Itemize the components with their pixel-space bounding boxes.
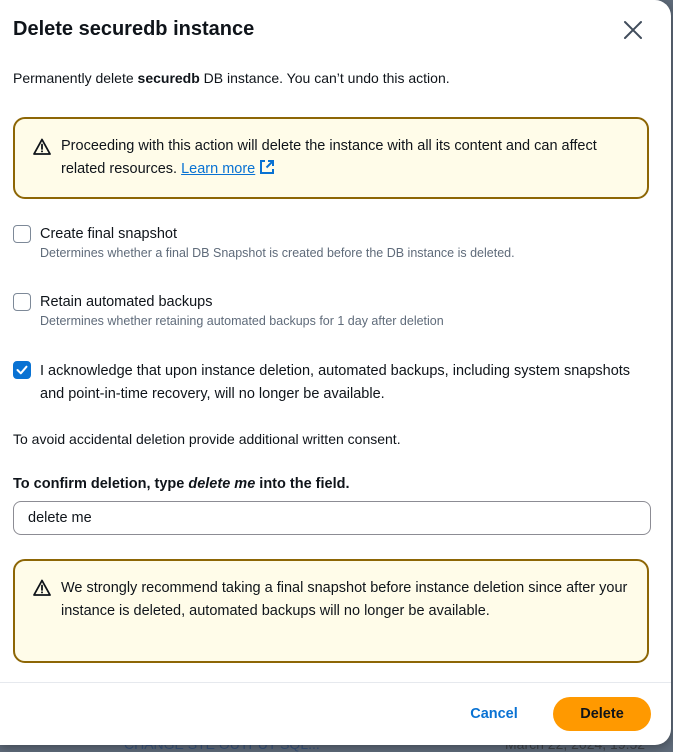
warning-alert-deletion: Proceeding with this action will delete … xyxy=(13,117,649,199)
delete-instance-dialog: Delete securedb instance Permanently del… xyxy=(0,0,671,745)
acknowledge-checkbox[interactable] xyxy=(13,361,31,379)
confirm-keyword: delete me xyxy=(188,476,256,492)
footer-divider xyxy=(0,682,671,683)
close-icon xyxy=(624,21,642,39)
create-final-snapshot-description: Determines whether a final DB Snapshot i… xyxy=(40,246,515,260)
intro-text: Permanently delete securedb DB instance.… xyxy=(13,70,450,86)
warning-icon xyxy=(33,579,51,596)
retain-automated-backups-label[interactable]: Retain automated backups xyxy=(40,292,213,312)
external-link-icon[interactable] xyxy=(259,159,275,175)
instance-name: securedb xyxy=(137,70,200,86)
warning-alert-snapshot: We strongly recommend taking a final sna… xyxy=(13,559,649,663)
confirm-deletion-label: To confirm deletion, type delete me into… xyxy=(13,476,350,492)
checkmark-icon xyxy=(16,365,28,375)
create-final-snapshot-label[interactable]: Create final snapshot xyxy=(40,224,177,244)
retain-automated-backups-checkbox[interactable] xyxy=(13,293,31,311)
create-final-snapshot-checkbox[interactable] xyxy=(13,225,31,243)
dialog-title: Delete securedb instance xyxy=(13,18,255,40)
close-button[interactable] xyxy=(619,16,647,44)
cancel-button[interactable]: Cancel xyxy=(455,698,533,730)
consent-text: To avoid accidental deletion provide add… xyxy=(13,431,401,447)
retain-automated-backups-description: Determines whether retaining automated b… xyxy=(40,314,444,328)
confirm-deletion-input[interactable] xyxy=(13,501,651,535)
snapshot-alert-text: We strongly recommend taking a final sna… xyxy=(61,580,628,619)
dialog-header: Delete securedb instance xyxy=(13,16,651,46)
learn-more-link[interactable]: Learn more xyxy=(181,161,255,177)
delete-button[interactable]: Delete xyxy=(553,697,651,731)
warning-alert-text: Proceeding with this action will delete … xyxy=(61,138,597,177)
acknowledge-label[interactable]: I acknowledge that upon instance deletio… xyxy=(40,360,640,406)
warning-icon xyxy=(33,138,51,155)
